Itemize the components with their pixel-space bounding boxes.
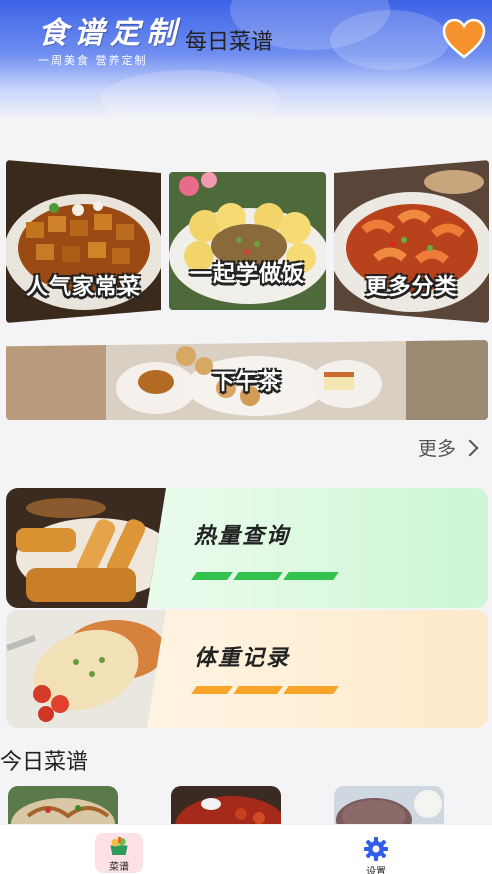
weight-record-title: 体重记录: [194, 646, 291, 671]
nav-settings-label: 设置: [366, 867, 386, 874]
fried-shrimp-photo: [6, 488, 166, 608]
category-label: 一起学做饭: [189, 262, 305, 287]
brand-subtitle: 一周美食 营养定制: [38, 54, 148, 67]
calorie-query-card[interactable]: 热量查询: [6, 488, 488, 608]
page-title: 每日菜谱: [185, 30, 274, 55]
nav-tab-settings[interactable]: 设置: [346, 837, 406, 874]
weight-record-card[interactable]: 体重记录: [6, 610, 488, 728]
chicken-rice-photo: [6, 610, 166, 728]
more-label: 更多: [418, 438, 457, 460]
nav-tab-recipes[interactable]: 菜谱: [89, 833, 149, 873]
decor-plate: [330, 10, 450, 70]
app-screen: 食谱定制 一周美食 营养定制 每日菜谱 人气家常菜 一起学做饭 更多分类 下午茶…: [0, 0, 492, 874]
vegetable-basket-icon: [110, 837, 128, 856]
category-card-more-categories[interactable]: 更多分类: [334, 160, 489, 323]
recipes-tab-highlight: 菜谱: [95, 833, 143, 873]
recipe-thumbnail[interactable]: [8, 786, 118, 828]
gear-icon: [364, 837, 388, 861]
brand-title: 食谱定制: [38, 16, 182, 51]
category-card-learn-cooking[interactable]: 一起学做饭: [169, 172, 326, 310]
bottom-nav: 菜谱 设置: [0, 824, 492, 874]
recipe-thumbnail[interactable]: [171, 786, 281, 828]
corn-buns-photo: [169, 172, 326, 310]
category-label: 更多分类: [365, 275, 458, 300]
recipe-thumbnail[interactable]: [334, 786, 444, 828]
heart-icon: [442, 18, 486, 59]
decor-stripes: [191, 572, 339, 580]
header-banner: 食谱定制 一周美食 营养定制: [0, 0, 492, 120]
favorite-button[interactable]: [440, 16, 488, 62]
noodle-dish-photo: [8, 786, 118, 828]
category-label: 人气家常菜: [25, 275, 141, 300]
nav-recipes-label: 菜谱: [109, 862, 129, 873]
decor-plate: [100, 70, 280, 120]
category-card-afternoon-tea[interactable]: 下午茶: [6, 340, 488, 420]
chevron-right-icon: [461, 439, 479, 456]
porridge-dish-photo: [334, 786, 444, 828]
category-card-home-cooking[interactable]: 人气家常菜: [6, 160, 161, 323]
category-label: 下午茶: [212, 370, 282, 395]
more-link[interactable]: 更多: [418, 434, 479, 461]
today-recipes-title: 今日菜谱: [0, 750, 89, 775]
calorie-query-title: 热量查询: [194, 524, 291, 549]
decor-stripes: [191, 686, 339, 694]
crayfish-dish-photo: [171, 786, 281, 828]
